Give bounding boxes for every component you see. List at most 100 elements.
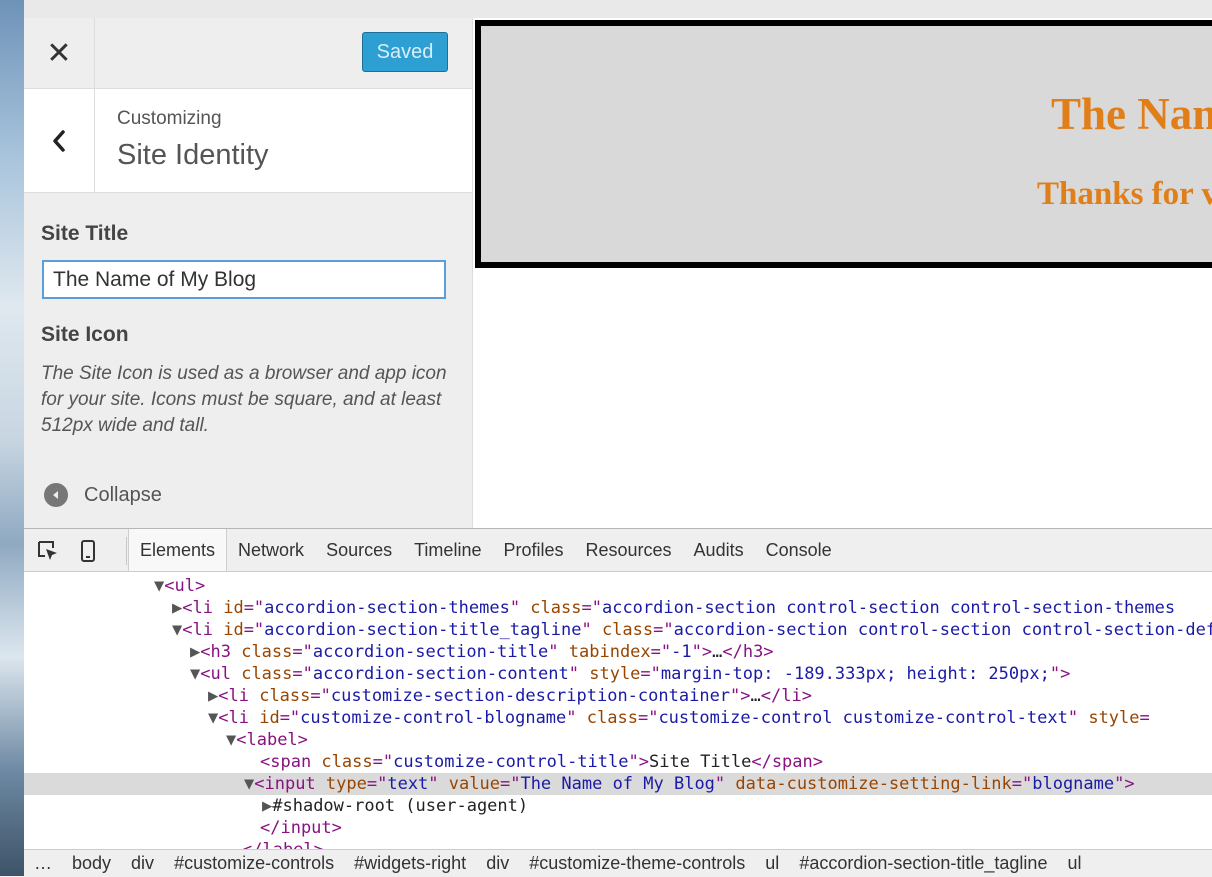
- devtools-toolbar: Elements Network Sources Timeline Profiles Re…: [24, 529, 1212, 572]
- disclosure-triangle-icon[interactable]: ▼: [154, 576, 164, 596]
- dom-token: accordion-section control-section contro…: [673, 620, 1212, 640]
- breadcrumb-item[interactable]: …: [34, 853, 52, 874]
- inspect-element-icon[interactable]: [36, 539, 60, 563]
- dom-token: …: [750, 686, 761, 706]
- disclosure-triangle-icon[interactable]: ▶: [262, 796, 272, 816]
- dom-token: …: [712, 642, 723, 662]
- disclosure-triangle-icon[interactable]: ▶: [172, 598, 182, 618]
- dom-token: ">: [1114, 774, 1135, 794]
- dom-token: ": [509, 598, 531, 618]
- dom-token: ": [1067, 708, 1089, 728]
- dom-token: accordion-section-themes: [264, 598, 510, 618]
- disclosure-triangle-icon[interactable]: ▼: [208, 708, 218, 728]
- dom-token: <li: [218, 708, 260, 728]
- breadcrumb-item[interactable]: ul: [1067, 853, 1081, 874]
- tab-resources[interactable]: Resources: [575, 529, 683, 571]
- section-header: Customizing Site Identity: [24, 89, 472, 193]
- dom-token: class: [530, 598, 582, 618]
- tab-timeline[interactable]: Timeline: [403, 529, 492, 571]
- dom-token: ": [714, 774, 736, 794]
- dom-token: =": [366, 774, 388, 794]
- dom-token: blogname: [1032, 774, 1115, 794]
- dom-node-line[interactable]: ▼<input type="text" value="The Name of M…: [24, 773, 1212, 795]
- dom-node-line[interactable]: ▼<li id="accordion-section-title_tagline…: [24, 619, 1212, 641]
- save-button[interactable]: Saved: [362, 32, 448, 72]
- dom-token: #shadow-root (user-agent): [272, 796, 529, 816]
- dom-token: </label>: [242, 840, 324, 849]
- dom-node-line[interactable]: ▶#shadow-root (user-agent): [24, 795, 1212, 817]
- dom-token: type: [325, 774, 367, 794]
- dom-node-line[interactable]: <span class="customize-control-title">Si…: [24, 751, 1212, 773]
- dom-token: customize-control-title: [393, 752, 629, 772]
- dom-token: customize-section-description-container: [330, 686, 731, 706]
- elements-tree[interactable]: ▼<ul> ▶<li id="accordion-section-themes" …: [24, 571, 1212, 849]
- dom-token: <li: [218, 686, 260, 706]
- tab-elements[interactable]: Elements: [128, 529, 228, 571]
- dom-breadcrumb: … body div #customize-controls #widgets-righ…: [24, 849, 1212, 877]
- dom-node-line[interactable]: </input>: [24, 817, 1212, 839]
- close-customizer-button[interactable]: ✕: [24, 18, 95, 88]
- dom-token: Site Title: [648, 752, 752, 772]
- dom-token: The Name of My Blog: [520, 774, 715, 794]
- disclosure-triangle-icon[interactable]: ▼: [190, 664, 200, 684]
- dom-node-line[interactable]: ▶<h3 class="accordion-section-title" tab…: [24, 641, 1212, 663]
- dom-token: tabindex: [568, 642, 651, 662]
- preview-blog-title[interactable]: The Name of My Blog: [1051, 88, 1212, 140]
- dom-node-line[interactable]: ▶<li class="customize-section-descriptio…: [24, 685, 1212, 707]
- disclosure-triangle-icon[interactable]: ▼: [172, 620, 182, 640]
- dom-token: <ul>: [164, 576, 206, 596]
- collapse-button[interactable]: Collapse: [44, 481, 162, 509]
- breadcrumb-item[interactable]: body: [72, 853, 111, 874]
- dom-node-line[interactable]: ▼<label>: [24, 729, 1212, 751]
- tab-console[interactable]: Console: [755, 529, 843, 571]
- tab-sources[interactable]: Sources: [315, 529, 403, 571]
- breadcrumb-item[interactable]: #customize-controls: [174, 853, 334, 874]
- disclosure-triangle-icon[interactable]: ▶: [208, 686, 218, 706]
- disclosure-triangle-icon[interactable]: ▶: [190, 642, 200, 662]
- dom-token: <h3: [200, 642, 242, 662]
- dom-token: =": [310, 686, 331, 706]
- customizer-panel: ✕ Saved Customizing Site Identity Site T…: [24, 18, 473, 528]
- site-title-input[interactable]: [42, 260, 446, 299]
- dom-token: ": [428, 774, 449, 794]
- devtools-tabs: Elements Network Sources Timeline Profiles Re…: [128, 529, 843, 571]
- dom-token: =": [243, 620, 265, 640]
- breadcrumb-item[interactable]: div: [486, 853, 509, 874]
- breadcrumb-item[interactable]: div: [131, 853, 154, 874]
- disclosure-triangle-icon[interactable]: ▼: [244, 774, 254, 794]
- dom-token: ": [581, 620, 602, 640]
- dom-token: </li>: [760, 686, 812, 706]
- breadcrumb-item[interactable]: #widgets-right: [354, 853, 466, 874]
- breadcrumb-item[interactable]: #accordion-section-title_tagline: [799, 853, 1047, 874]
- site-title-label: Site Title: [41, 222, 129, 245]
- tab-profiles[interactable]: Profiles: [492, 529, 574, 571]
- dom-token: -1: [671, 642, 692, 662]
- device-mode-icon[interactable]: [76, 539, 100, 563]
- dom-token: </input>: [260, 818, 342, 838]
- dom-token: ": [566, 708, 587, 728]
- dom-node-line[interactable]: ▼<li id="customize-control-blogname" cla…: [24, 707, 1212, 729]
- back-button[interactable]: [24, 89, 95, 192]
- dom-token: id: [259, 708, 280, 728]
- customizer-header: ✕ Saved: [24, 18, 472, 89]
- dom-node-line[interactable]: ▶<li id="accordion-section-themes" class…: [24, 597, 1212, 619]
- breadcrumb: Customizing: [117, 108, 222, 129]
- disclosure-triangle-icon[interactable]: ▼: [226, 730, 236, 750]
- breadcrumb-item[interactable]: #customize-theme-controls: [529, 853, 745, 874]
- dom-token: =": [650, 642, 672, 662]
- dom-token: class: [241, 664, 293, 684]
- dom-token: <li: [182, 620, 224, 640]
- dom-token: accordion-section control-section contro…: [601, 598, 1176, 618]
- tab-audits[interactable]: Audits: [683, 529, 755, 571]
- close-icon: ✕: [46, 35, 72, 71]
- dom-token: <li: [182, 598, 224, 618]
- breadcrumb-item[interactable]: ul: [765, 853, 779, 874]
- dom-node-line[interactable]: </label>: [24, 839, 1212, 849]
- dom-node-line[interactable]: ▼<ul>: [24, 575, 1212, 597]
- dom-token: customize-control-blogname: [300, 708, 567, 728]
- dom-token: class: [586, 708, 638, 728]
- toolbar-divider: [126, 537, 127, 565]
- dom-node-line[interactable]: ▼<ul class="accordion-section-content" s…: [24, 663, 1212, 685]
- tab-network[interactable]: Network: [227, 529, 315, 571]
- browser-bookmarks-bar: [0, 0, 1212, 19]
